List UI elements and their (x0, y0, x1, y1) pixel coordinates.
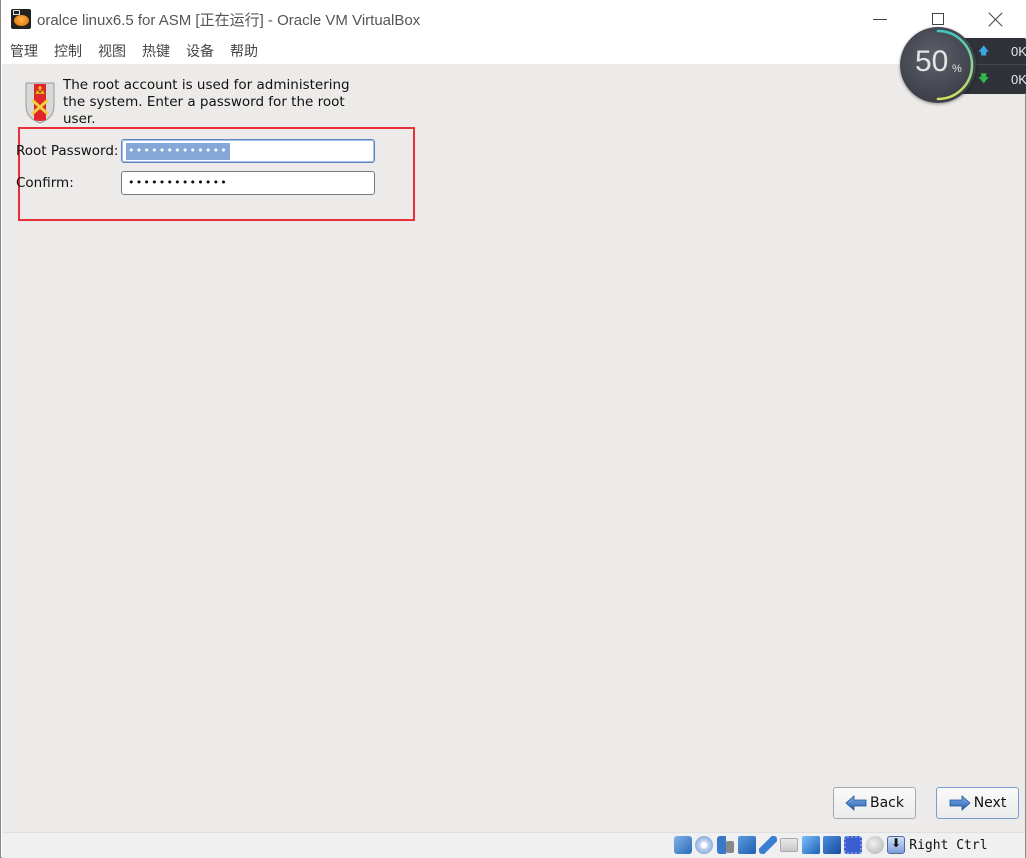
root-account-description: The root account is used for administeri… (63, 77, 350, 127)
download-arrow-icon: 🡇 (978, 72, 990, 85)
status-bar: Right Ctrl (2, 832, 1025, 858)
arrow-right-icon (949, 795, 971, 811)
hard-disk-icon[interactable] (674, 836, 692, 854)
confirm-password-input[interactable]: ••••••••••••• (121, 171, 375, 195)
next-button[interactable]: Next (936, 787, 1019, 819)
window-title: oralce linux6.5 for ASM [正在运行] - Oracle … (37, 12, 421, 29)
back-button[interactable]: Back (833, 787, 916, 819)
menu-manage[interactable]: 管理 (10, 41, 38, 61)
cpu-icon[interactable] (844, 836, 863, 854)
confirm-password-label: Confirm: (16, 175, 74, 191)
confirm-password-value: ••••••••••••• (128, 176, 228, 189)
root-password-value: ••••••••••••• (126, 142, 230, 160)
menu-control[interactable]: 控制 (54, 41, 82, 61)
menu-bar: 管理 控制 视图 热键 设备 帮助 (1, 38, 1026, 64)
usage-gauge: 50 % (900, 27, 976, 103)
recording-icon[interactable] (823, 836, 842, 854)
virtualbox-app-icon (11, 9, 31, 29)
root-password-label: Root Password: (16, 143, 119, 159)
host-key-label: Right Ctrl (909, 837, 988, 853)
root-password-input[interactable]: ••••••••••••• (121, 139, 375, 163)
performance-widget[interactable]: 🡅 0K 🡇 0K 50 % (900, 27, 1026, 103)
menu-help[interactable]: 帮助 (230, 41, 258, 61)
menu-view[interactable]: 视图 (98, 41, 126, 61)
vm-display[interactable]: The root account is used for administeri… (2, 64, 1025, 832)
menu-devices[interactable]: 设备 (186, 41, 214, 61)
download-speed: 0K (1011, 72, 1026, 87)
back-button-label: Back (870, 795, 904, 811)
virtualbox-window: oralce linux6.5 for ASM [正在运行] - Oracle … (0, 0, 1026, 858)
usage-percent-unit: % (952, 63, 962, 75)
minimize-icon (873, 18, 887, 20)
upload-speed: 0K (1011, 43, 1026, 59)
next-button-label: Next (973, 795, 1007, 811)
display-icon[interactable] (801, 836, 820, 854)
maximize-icon (932, 13, 944, 25)
upload-arrow-icon: 🡅 (978, 43, 990, 57)
minimize-button[interactable] (857, 6, 903, 32)
shared-folder-icon[interactable] (780, 838, 799, 852)
keyboard-icon[interactable] (886, 836, 905, 854)
menu-hotkeys[interactable]: 热键 (142, 41, 170, 61)
title-bar[interactable]: oralce linux6.5 for ASM [正在运行] - Oracle … (1, 0, 1026, 38)
optical-drive-icon[interactable] (695, 836, 714, 854)
mouse-integration-icon[interactable] (865, 836, 884, 854)
close-icon (989, 12, 1003, 26)
network-icon[interactable] (737, 836, 756, 854)
usage-percent: 50 (915, 45, 949, 78)
root-shield-icon (25, 82, 55, 124)
audio-icon[interactable] (716, 836, 735, 854)
usb-icon[interactable] (759, 836, 778, 854)
arrow-left-icon (845, 795, 867, 811)
